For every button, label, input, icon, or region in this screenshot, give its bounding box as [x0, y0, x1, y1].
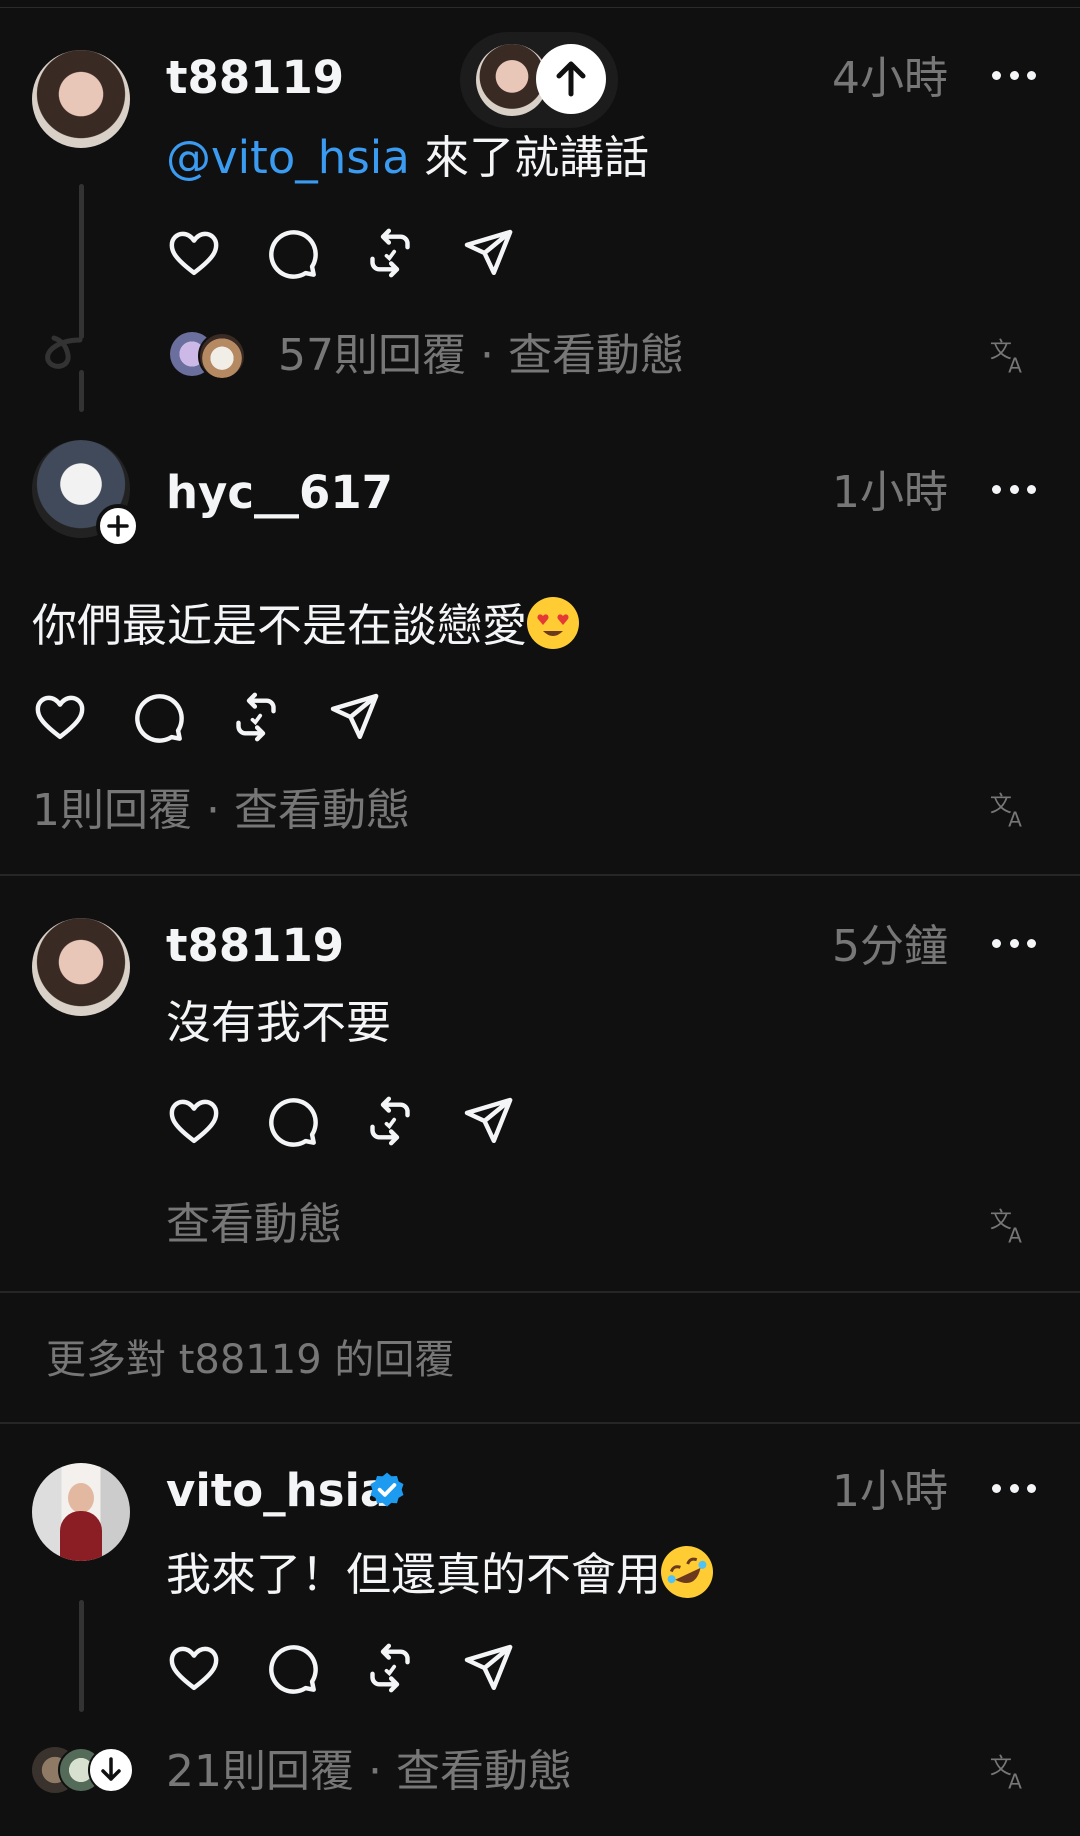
replier-avatars[interactable]	[170, 332, 246, 380]
repost-icon[interactable]	[228, 689, 284, 745]
comment-text: 我來了！但還真的不會用	[166, 1537, 722, 1607]
comment-icon[interactable]	[130, 689, 186, 745]
heart-icon[interactable]	[32, 689, 88, 745]
timestamp: 1小時	[832, 1466, 948, 1517]
timestamp: 5分鐘	[832, 921, 948, 972]
share-icon[interactable]	[460, 1093, 516, 1149]
avatar[interactable]	[32, 918, 130, 1016]
avatar[interactable]	[32, 50, 130, 148]
svg-text:A: A	[1008, 1769, 1022, 1792]
repost-icon[interactable]	[362, 1093, 418, 1149]
svg-text:A: A	[1008, 1223, 1022, 1246]
translate-icon[interactable]: 文A	[988, 332, 1032, 376]
top-divider	[0, 0, 1080, 8]
username[interactable]: t88119	[166, 55, 344, 100]
svg-text:A: A	[1008, 807, 1022, 830]
view-activity-link[interactable]: 查看動態	[166, 1203, 342, 1247]
arrow-down-icon[interactable]	[88, 1747, 134, 1793]
comment-text: @vito_hsia 來了就講話	[166, 131, 650, 184]
avatar[interactable]	[32, 1463, 130, 1561]
svg-text:A: A	[1008, 353, 1022, 376]
more-icon[interactable]	[992, 939, 1036, 949]
thread-line	[79, 184, 84, 339]
timestamp: 4小時	[832, 53, 948, 104]
username[interactable]: t88119	[166, 923, 344, 968]
repost-icon[interactable]	[362, 1640, 418, 1696]
divider	[0, 1291, 1080, 1293]
plus-icon[interactable]	[96, 504, 140, 548]
replies-link[interactable]: 1則回覆 · 查看動態	[32, 789, 410, 833]
replier-avatars[interactable]	[32, 1747, 136, 1793]
mention-link[interactable]: @vito_hsia	[166, 131, 410, 184]
share-icon[interactable]	[460, 1640, 516, 1696]
heart-icon[interactable]	[166, 1640, 222, 1696]
rofl-emoji	[652, 1537, 722, 1607]
replies-link[interactable]: 21則回覆 · 查看動態	[166, 1750, 572, 1794]
more-icon[interactable]	[992, 1484, 1036, 1494]
share-icon[interactable]	[460, 225, 516, 281]
translate-icon[interactable]: 文A	[988, 1202, 1032, 1246]
comment-icon[interactable]	[264, 1093, 320, 1149]
replies-link[interactable]: 57則回覆 · 查看動態	[278, 334, 684, 378]
scroll-to-top-pill[interactable]	[460, 32, 618, 128]
thread-line	[79, 370, 84, 412]
translate-icon[interactable]: 文A	[988, 786, 1032, 830]
comment-text: 你們最近是不是在談戀愛	[32, 597, 580, 649]
heart-eyes-emoji	[527, 597, 580, 649]
more-replies-header: 更多對 t88119 的回覆	[46, 1337, 455, 1383]
comment-icon[interactable]	[264, 1640, 320, 1696]
arrow-up-icon[interactable]	[536, 44, 606, 114]
heart-icon[interactable]	[166, 1093, 222, 1149]
username[interactable]: hyc__617	[166, 470, 393, 515]
share-icon[interactable]	[326, 689, 382, 745]
verified-icon	[366, 1470, 408, 1512]
thread-line	[79, 1600, 84, 1712]
heart-icon[interactable]	[166, 225, 222, 281]
username[interactable]: vito_hsia	[166, 1468, 390, 1513]
avatar	[198, 332, 246, 380]
translate-icon[interactable]: 文A	[988, 1748, 1032, 1792]
comment-icon[interactable]	[264, 225, 320, 281]
divider	[0, 1422, 1080, 1424]
repost-icon[interactable]	[362, 225, 418, 281]
comment-text: 沒有我不要	[166, 996, 392, 1049]
more-icon[interactable]	[992, 485, 1036, 495]
timestamp: 1小時	[832, 467, 948, 518]
more-icon[interactable]	[992, 71, 1036, 81]
divider	[0, 874, 1080, 876]
